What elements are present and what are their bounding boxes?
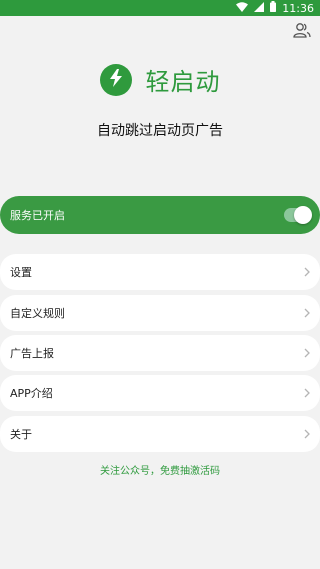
menu-item-label: 自定义规则 — [10, 307, 65, 320]
service-status-label: 服务已开启 — [10, 209, 65, 222]
users-icon — [293, 22, 311, 42]
lightning-icon — [109, 68, 123, 91]
chevron-right-icon — [304, 348, 310, 358]
menu-item-about[interactable]: 关于 — [0, 416, 320, 452]
app-header: 轻启动 — [0, 62, 320, 97]
chevron-right-icon — [304, 388, 310, 398]
status-time: 11:36 — [282, 1, 314, 15]
chevron-right-icon — [304, 308, 310, 318]
signal-icon — [254, 1, 265, 15]
app-subtitle: 自动跳过启动页广告 — [97, 123, 223, 139]
battery-icon — [270, 1, 277, 15]
menu-item-label: 广告上报 — [10, 347, 54, 360]
menu-item-label: APP介绍 — [10, 387, 53, 400]
status-bar: 11:36 — [0, 0, 320, 16]
follow-official-account-link[interactable]: 关注公众号，免费抽激活码 — [0, 462, 320, 477]
menu-item-settings[interactable]: 设置 — [0, 254, 320, 290]
app-logo — [99, 63, 132, 96]
menu-item-custom-rules[interactable]: 自定义规则 — [0, 295, 320, 331]
wifi-icon — [236, 1, 249, 15]
menu-item-ad-report[interactable]: 广告上报 — [0, 335, 320, 371]
toggle-knob — [294, 206, 312, 224]
account-button[interactable] — [292, 23, 312, 41]
chevron-right-icon — [304, 429, 310, 439]
menu-item-label: 设置 — [10, 266, 32, 279]
chevron-right-icon — [304, 267, 310, 277]
menu-item-app-intro[interactable]: APP介绍 — [0, 375, 320, 411]
service-status-bar[interactable]: 服务已开启 — [0, 196, 320, 234]
service-toggle[interactable] — [284, 206, 312, 224]
menu-item-label: 关于 — [10, 428, 32, 441]
app-name: 轻启动 — [145, 68, 221, 96]
